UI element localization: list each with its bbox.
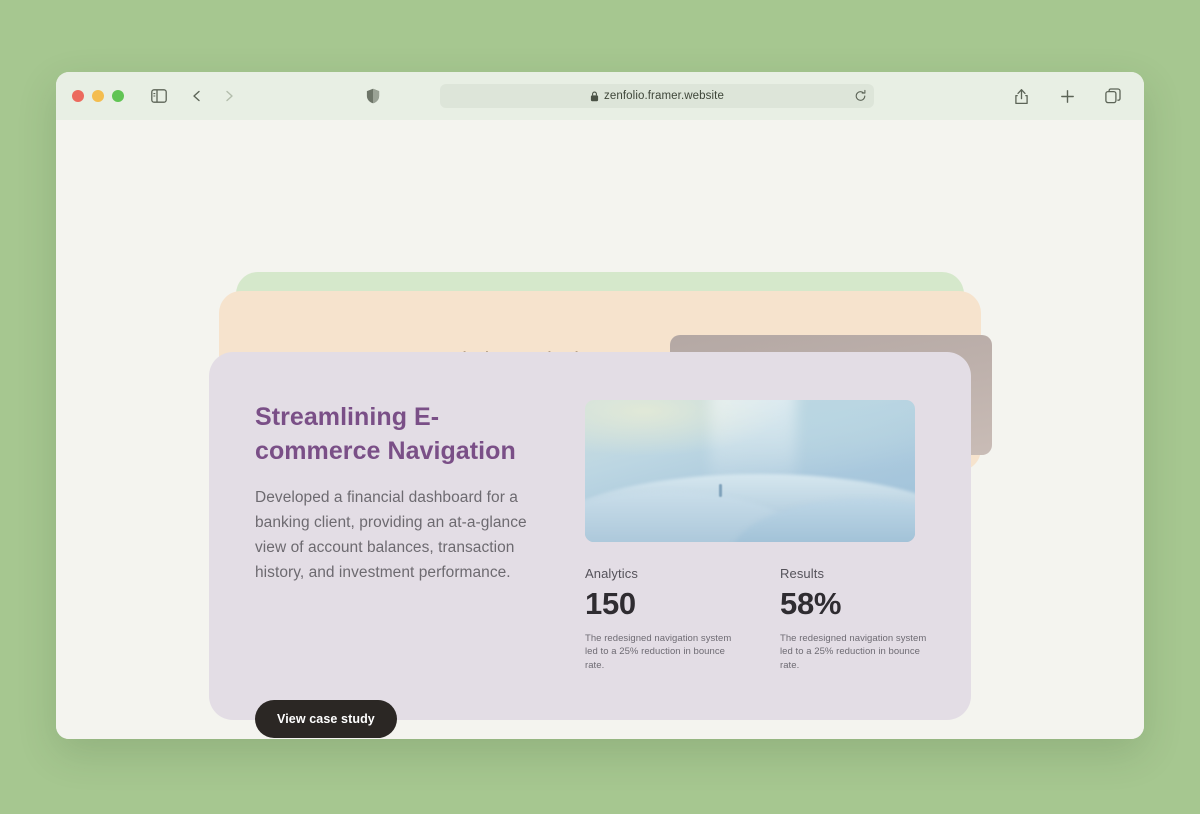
share-icon[interactable]: [1008, 83, 1034, 109]
stat-note: The redesigned navigation system led to …: [585, 632, 732, 671]
navigation-buttons: [184, 83, 242, 109]
project-hero-image: [585, 400, 915, 542]
traffic-lights: [72, 90, 124, 102]
page-viewport: E-commerce Website Redesign Streamlining…: [56, 120, 1144, 739]
page-title: Streamlining E-commerce Navigation: [255, 403, 516, 465]
hero-figure: [718, 483, 722, 497]
stat-note: The redesigned navigation system led to …: [780, 632, 927, 671]
stat-value: 150: [585, 585, 636, 621]
back-button[interactable]: [184, 83, 210, 109]
address-bar[interactable]: zenfolio.framer.website: [440, 84, 874, 108]
project-card-main[interactable]: Streamlining E-commerce Navigation Devel…: [209, 352, 971, 738]
toolbar-right-actions: [1008, 72, 1126, 120]
browser-toolbar: zenfolio.framer.website: [56, 72, 1144, 120]
stat-label: Analytics: [585, 565, 638, 581]
card-left-column: Streamlining E-commerce Navigation Devel…: [255, 400, 555, 738]
view-case-study-button[interactable]: View case study: [255, 700, 397, 738]
lock-icon: [590, 91, 599, 102]
minimize-window-button[interactable]: [92, 90, 104, 102]
browser-window: zenfolio.framer.website Streamlining E-c…: [56, 72, 1144, 739]
new-tab-icon[interactable]: [1054, 83, 1080, 109]
stat-item: Analytics 150 The redesigned navigation …: [585, 566, 740, 672]
stat-value: 58%: [780, 585, 842, 621]
address-bar-text: zenfolio.framer.website: [604, 90, 724, 102]
maximize-window-button[interactable]: [112, 90, 124, 102]
tabs-icon[interactable]: [1100, 83, 1126, 109]
forward-button[interactable]: [216, 83, 242, 109]
shield-icon[interactable]: [360, 83, 386, 109]
project-stats: Analytics 150 The redesigned navigation …: [585, 566, 935, 672]
stat-item: Results 58% The redesigned navigation sy…: [780, 566, 935, 672]
stat-label: Results: [780, 565, 825, 581]
project-description: Developed a financial dashboard for a ba…: [255, 489, 527, 581]
card-right-column: Analytics 150 The redesigned navigation …: [585, 400, 935, 672]
close-window-button[interactable]: [72, 90, 84, 102]
reload-icon[interactable]: [854, 89, 867, 103]
sidebar-icon[interactable]: [146, 83, 172, 109]
